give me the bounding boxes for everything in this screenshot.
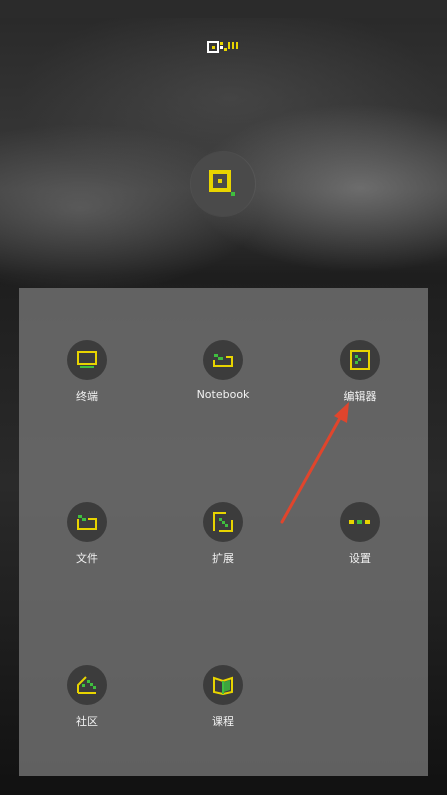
app-label: 课程: [212, 715, 234, 728]
folder-icon: [67, 502, 107, 542]
terminal-icon: [67, 340, 107, 380]
extension-icon: [203, 502, 243, 542]
app-editor[interactable]: 编辑器: [300, 340, 420, 410]
app-label: 扩展: [212, 552, 234, 565]
app-community[interactable]: 社区: [27, 665, 147, 735]
app-label: Notebook: [196, 388, 250, 401]
app-terminal[interactable]: 终端: [27, 340, 147, 410]
notebook-icon: [203, 340, 243, 380]
settings-icon: [340, 502, 380, 542]
app-courses[interactable]: 课程: [163, 665, 283, 735]
app-label: 设置: [349, 552, 371, 565]
editor-icon: [340, 340, 380, 380]
course-book-icon: [203, 665, 243, 705]
app-label: 编辑器: [343, 390, 377, 403]
app-extensions[interactable]: 扩展: [163, 502, 283, 572]
app-label: 社区: [76, 715, 98, 728]
app-settings[interactable]: 设置: [300, 502, 420, 572]
user-avatar[interactable]: [191, 152, 255, 216]
community-icon: [67, 665, 107, 705]
app-logo-icon: [207, 41, 238, 53]
app-label: 终端: [76, 390, 98, 403]
app-notebook[interactable]: Notebook: [163, 340, 283, 410]
app-launcher-panel: 终端 Notebook 编辑器 文件 扩展 设置 社区 课程: [19, 288, 428, 776]
app-files[interactable]: 文件: [27, 502, 147, 572]
app-label: 文件: [76, 552, 98, 565]
brand-square-icon: [209, 170, 235, 196]
status-bar: [0, 0, 447, 18]
